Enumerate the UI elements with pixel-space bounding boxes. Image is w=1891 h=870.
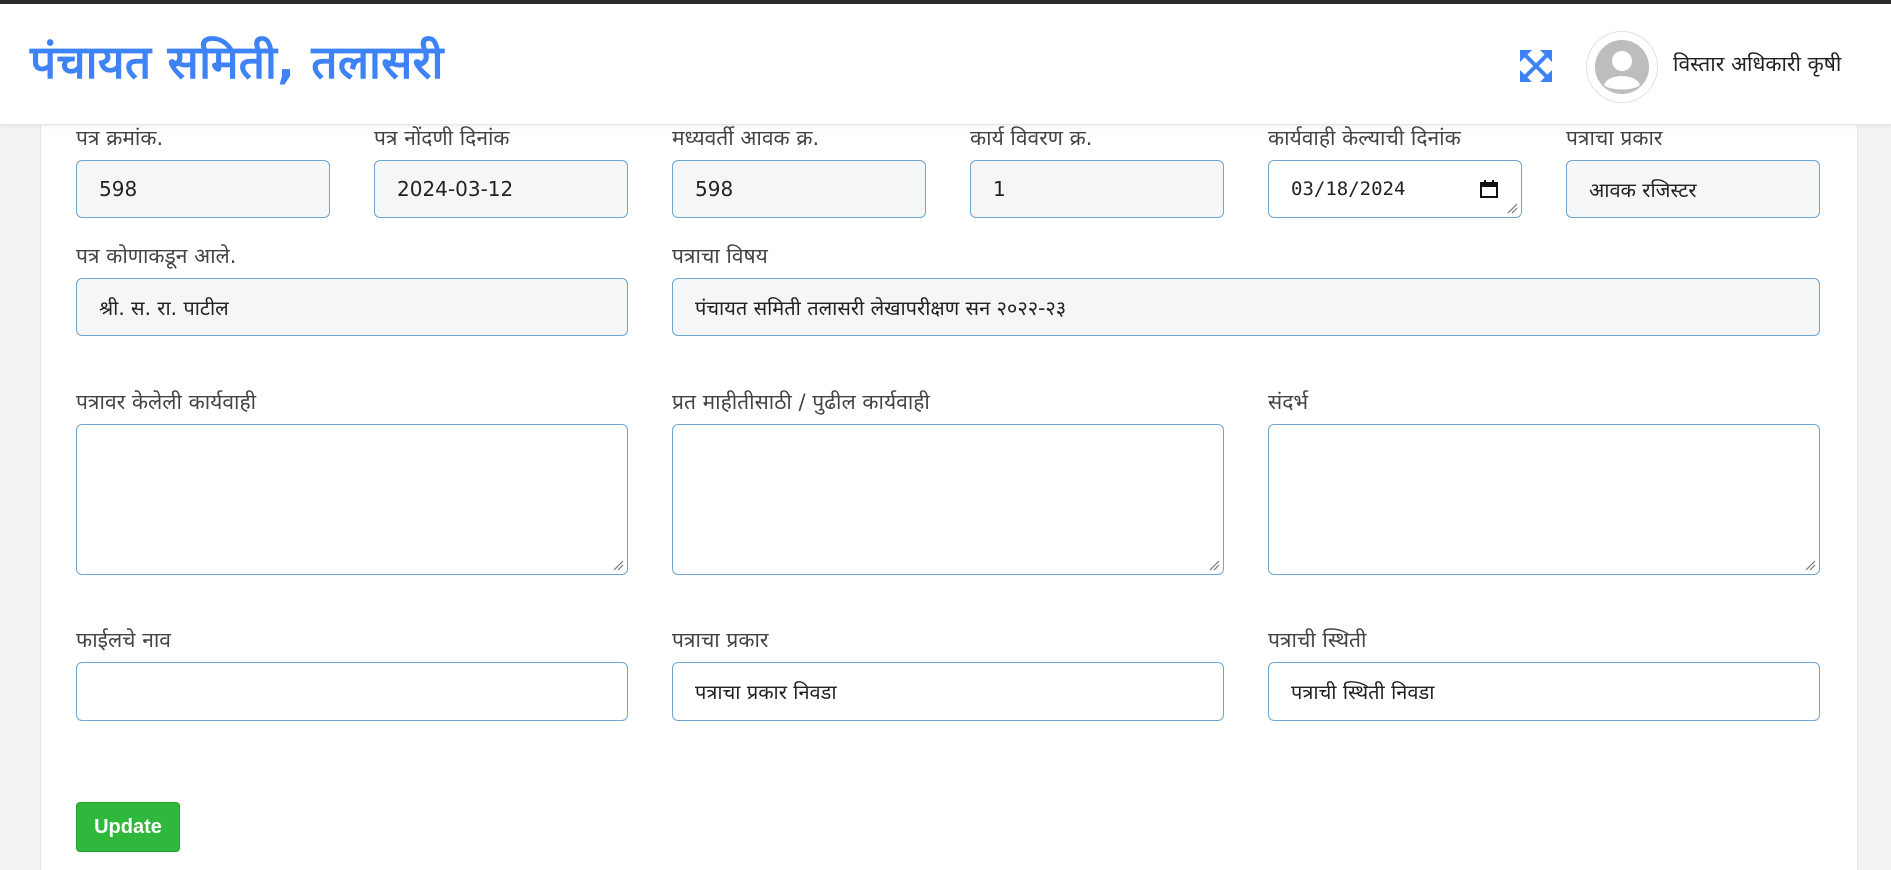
letter-status-select[interactable]: पत्राची स्थिती निवडा [1268,662,1820,721]
resize-handle-icon[interactable] [1804,559,1816,571]
label-action-date: कार्यवाही केल्याची दिनांक [1268,126,1461,150]
letter-type-top-input[interactable]: आवक रजिस्टर [1566,160,1820,218]
label-letter-no: पत्र क्रमांक. [76,126,164,150]
expand-arrows-icon [1520,50,1552,82]
app-header: पंचायत समिती, तलासरी विस्तार अधिकारी कृष… [0,4,1891,125]
label-letter-status: पत्राची स्थिती [1268,628,1367,652]
fullscreen-button[interactable] [1514,44,1558,88]
brand-title[interactable]: पंचायत समिती, तलासरी [30,32,444,92]
label-work-detail-no: कार्य विवरण क्र. [970,126,1093,150]
action-date-value: 03/18/2024 [1291,178,1406,200]
label-reference: संदर्भ [1268,390,1309,414]
label-letter-type: पत्राचा प्रकार [672,628,769,652]
subject-input[interactable]: पंचायत समिती तलासरी लेखापरीक्षण सन २०२२-… [672,278,1820,336]
action-taken-textarea[interactable] [76,424,628,575]
from-whom-input[interactable]: श्री. स. रा. पाटील [76,278,628,336]
calendar-icon[interactable] [1479,179,1499,199]
copy-for-info-textarea[interactable] [672,424,1224,575]
central-inward-no-input[interactable]: 598 [672,160,926,218]
letter-no-input[interactable]: 598 [76,160,330,218]
user-avatar[interactable] [1586,31,1658,103]
label-letter-type-top: पत्राचा प्रकार [1566,126,1663,150]
resize-handle-icon[interactable] [1506,202,1518,214]
label-subject: पत्राचा विषय [672,244,768,268]
reference-textarea[interactable] [1268,424,1820,575]
resize-handle-icon[interactable] [1208,559,1220,571]
label-copy-for-info: प्रत माहीतीसाठी / पुढील कार्यवाही [672,390,930,414]
user-name[interactable]: विस्तार अधिकारी कृषी [1673,50,1841,78]
letter-type-select[interactable]: पत्राचा प्रकार निवडा [672,662,1224,721]
label-from-whom: पत्र कोणाकडून आले. [76,244,237,268]
label-action-taken: पत्रावर केलेली कार्यवाही [76,390,257,414]
action-date-input[interactable]: 03/18/2024 [1268,160,1522,218]
work-detail-no-input[interactable]: 1 [970,160,1224,218]
user-avatar-icon [1595,40,1649,94]
resize-handle-icon[interactable] [612,559,624,571]
label-central-inward-no: मध्यवर्ती आवक क्र. [672,126,820,150]
label-file-name: फाईलचे नाव [76,628,171,652]
file-name-input[interactable] [76,662,628,721]
label-registration-date: पत्र नोंदणी दिनांक [374,126,510,150]
update-button[interactable]: Update [76,802,180,852]
registration-date-input[interactable]: 2024-03-12 [374,160,628,218]
